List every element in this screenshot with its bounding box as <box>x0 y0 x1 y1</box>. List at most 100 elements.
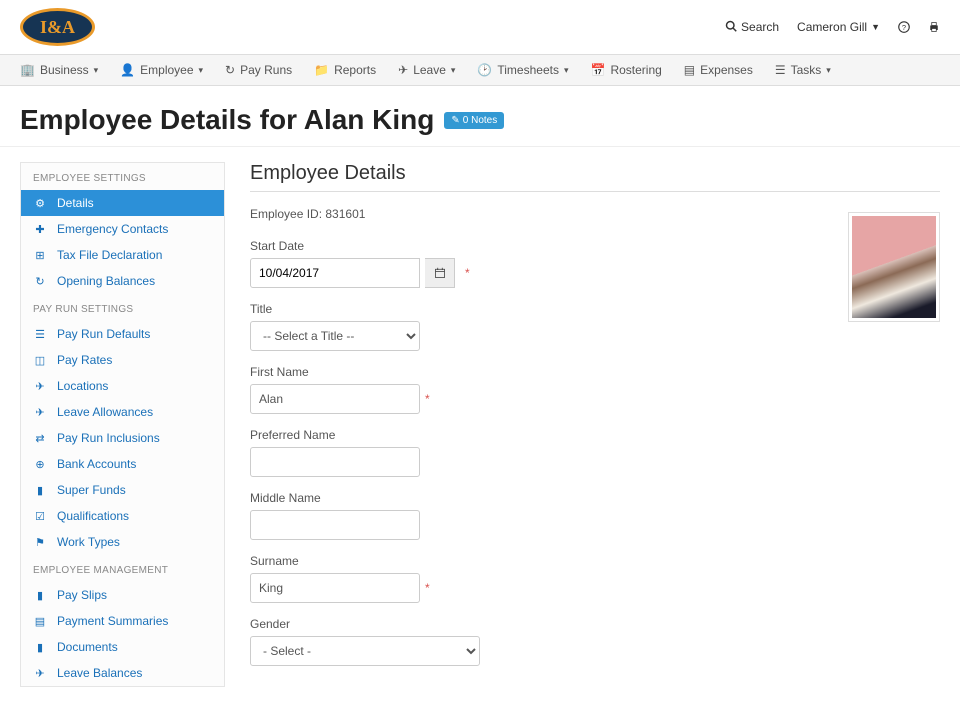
required-indicator: * <box>425 392 430 406</box>
sidebar-item-qualifications[interactable]: ☑Qualifications <box>21 503 224 529</box>
bank-icon: ⊕ <box>33 458 47 471</box>
sidebar-item-label: Locations <box>57 379 108 393</box>
first-name-label: First Name <box>250 365 940 379</box>
sidebar-item-payruninc[interactable]: ⇄ Pay Run Inclusions <box>21 425 224 451</box>
svg-text:?: ? <box>902 23 906 32</box>
sidebar-item-leaveallow[interactable]: ✈ Leave Allowances <box>21 399 224 425</box>
user-menu[interactable]: Cameron Gill ▼ <box>797 20 880 34</box>
nav-tasks[interactable]: ☰Tasks▾ <box>775 63 831 77</box>
sidebar-item-label: Pay Run Defaults <box>57 327 150 341</box>
employee-id-value: 831601 <box>325 207 365 221</box>
notes-badge[interactable]: ✎ 0 Notes <box>444 112 504 129</box>
sidebar-item-bank[interactable]: ⊕ Bank Accounts <box>21 451 224 477</box>
chart-icon: ▮ <box>33 484 47 497</box>
field-middle-name: Middle Name <box>250 491 940 540</box>
sidebar-item-opening[interactable]: ↻ Opening Balances <box>21 268 224 294</box>
sidebar-item-label: Opening Balances <box>57 274 155 288</box>
plane-icon: ✈ <box>33 667 47 680</box>
page-title-row: Employee Details for Alan King ✎ 0 Notes <box>0 86 960 147</box>
surname-label: Surname <box>250 554 940 568</box>
first-name-input[interactable] <box>250 384 420 414</box>
card-icon: ▤ <box>684 63 695 77</box>
caret-icon: ▾ <box>564 65 569 76</box>
start-date-input[interactable] <box>250 258 420 288</box>
sidebar-item-payrates[interactable]: ◫Pay Rates <box>21 347 224 373</box>
doc-icon: ▮ <box>33 641 47 654</box>
middle-name-label: Middle Name <box>250 491 940 505</box>
sidebar-item-super[interactable]: ▮Super Funds <box>21 477 224 503</box>
avatar-image <box>852 216 936 318</box>
notes-count: 0 Notes <box>463 115 497 126</box>
caret-icon: ▾ <box>94 65 99 76</box>
swap-icon: ⇄ <box>33 432 47 445</box>
sidebar-item-worktypes[interactable]: ⚑ Work Types <box>21 529 224 555</box>
surname-input[interactable] <box>250 573 420 603</box>
employee-avatar[interactable] <box>848 212 940 322</box>
sidebar-item-label: Pay Run Inclusions <box>57 431 160 445</box>
plane-icon: ✈ <box>33 406 47 419</box>
sidebar-item-label: Pay Rates <box>57 353 112 367</box>
nav-expenses[interactable]: ▤Expenses <box>684 63 753 77</box>
top-right-group: Search Cameron Gill ▼ ? <box>725 20 940 35</box>
field-start-date: Start Date * <box>250 239 940 288</box>
plane-icon: ✈ <box>33 380 47 393</box>
nav-employee[interactable]: 👤Employee▾ <box>120 63 203 77</box>
sidebar-item-label: Documents <box>57 640 118 654</box>
sidebar-item-emergency[interactable]: ✚ Emergency Contacts <box>21 216 224 242</box>
section-title: Employee Details <box>250 162 940 192</box>
employee-id-row: Employee ID: 831601 <box>250 207 940 221</box>
preferred-name-input[interactable] <box>250 447 420 477</box>
help-button[interactable]: ? <box>898 21 910 33</box>
sidebar-item-label: Bank Accounts <box>57 457 136 471</box>
sidebar-item-payslips[interactable]: ▮Pay Slips <box>21 582 224 608</box>
nav-payruns[interactable]: ↻Pay Runs <box>225 63 292 77</box>
refresh-icon: ↻ <box>225 63 235 77</box>
sidebar-item-label: Emergency Contacts <box>57 222 168 236</box>
sidebar-item-label: Payment Summaries <box>57 614 168 628</box>
nav-reports[interactable]: 📁Reports <box>314 63 376 77</box>
nav-rostering[interactable]: 📅Rostering <box>590 63 661 77</box>
sidebar-item-label: Leave Allowances <box>57 405 153 419</box>
app-logo: I&A <box>20 8 95 46</box>
field-first-name: First Name * <box>250 365 940 414</box>
caret-icon: ▾ <box>199 65 204 76</box>
sidebar-item-label: Work Types <box>57 535 120 549</box>
nav-timesheets[interactable]: 🕑Timesheets▾ <box>477 63 568 77</box>
edit-icon: ✎ <box>451 115 459 126</box>
middle-name-input[interactable] <box>250 510 420 540</box>
employee-id-label: Employee ID: <box>250 207 322 221</box>
sidebar-item-paymentsum[interactable]: ▤Payment Summaries <box>21 608 224 634</box>
sidebar-heading: EMPLOYEE MANAGEMENT <box>21 555 224 582</box>
sidebar-item-locations[interactable]: ✈ Locations <box>21 373 224 399</box>
caret-down-icon: ▼ <box>871 22 880 32</box>
nav-leave[interactable]: ✈Leave▾ <box>398 63 455 77</box>
title-label: Title <box>250 302 940 316</box>
sidebar-item-taxfile[interactable]: ⊞Tax File Declaration <box>21 242 224 268</box>
sidebar-item-details[interactable]: ⚙Details <box>21 190 224 216</box>
sidebar-item-documents[interactable]: ▮ Documents <box>21 634 224 660</box>
plus-icon: ✚ <box>33 223 47 236</box>
sidebar-item-payrundefaults[interactable]: ☰Pay Run Defaults <box>21 321 224 347</box>
refresh-icon: ↻ <box>33 275 47 288</box>
page-title: Employee Details for Alan King <box>20 104 434 136</box>
top-bar: I&A Search Cameron Gill ▼ ? <box>0 0 960 54</box>
sidebar-item-label: Qualifications <box>57 509 129 523</box>
calendar-button[interactable] <box>425 258 455 288</box>
grid-icon: ⊞ <box>33 249 47 262</box>
search-link[interactable]: Search <box>725 20 779 35</box>
user-name: Cameron Gill <box>797 20 867 34</box>
caret-icon: ▾ <box>451 65 456 76</box>
field-gender: Gender - Select - <box>250 617 940 666</box>
main-layout: EMPLOYEE SETTINGS ⚙Details ✚Emergency Co… <box>0 147 960 702</box>
search-icon <box>725 20 737 35</box>
calendar-icon: 📅 <box>590 63 605 77</box>
sidebar-item-leavebal[interactable]: ✈Leave Balances <box>21 660 224 686</box>
title-select[interactable]: -- Select a Title -- <box>250 321 420 351</box>
nav-business[interactable]: 🏢Business▾ <box>20 63 98 77</box>
print-button[interactable] <box>928 21 940 33</box>
building-icon: 🏢 <box>20 63 35 77</box>
content-area: Employee Details Employee ID: 831601 Sta… <box>250 162 940 687</box>
flag-icon: ⚑ <box>33 536 47 549</box>
gender-label: Gender <box>250 617 940 631</box>
help-icon: ? <box>898 21 910 33</box>
